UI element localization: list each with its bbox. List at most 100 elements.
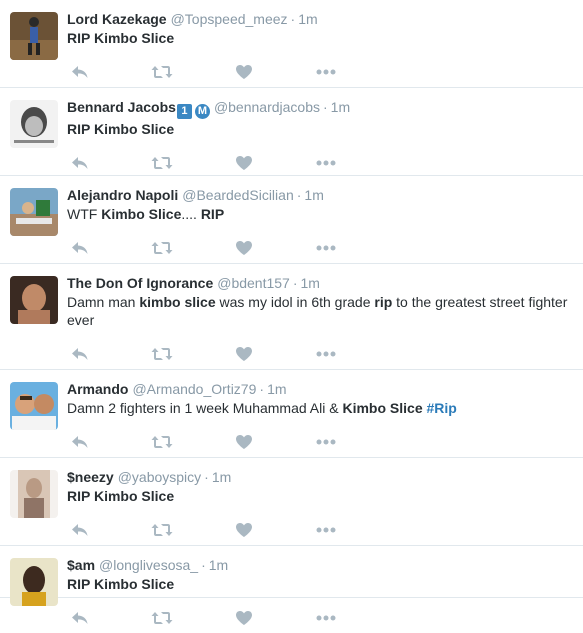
reply-button[interactable] bbox=[65, 607, 95, 629]
tweet-text: RIP Kimbo Slice bbox=[67, 487, 573, 505]
like-button[interactable] bbox=[229, 152, 259, 174]
tweet[interactable]: Alejandro Napoli @BeardedSicilian · 1m WTF … bbox=[0, 176, 583, 264]
user-fullname[interactable]: Armando bbox=[67, 381, 128, 397]
tweet[interactable]: $neezy @yaboyspicy · 1m RIP Kimbo Slice bbox=[0, 458, 583, 546]
reply-button[interactable] bbox=[65, 61, 95, 83]
hashtag-link[interactable]: #Rip bbox=[427, 400, 457, 416]
more-button[interactable] bbox=[311, 152, 341, 174]
user-handle[interactable]: @bennardjacobs bbox=[214, 99, 320, 115]
more-button[interactable] bbox=[311, 343, 341, 365]
user-fullname[interactable]: The Don Of Ignorance bbox=[67, 275, 213, 291]
emoji-badge-metro: M bbox=[194, 104, 210, 119]
separator-dot: · bbox=[323, 99, 328, 115]
user-fullname[interactable]: $neezy bbox=[67, 469, 114, 485]
highlighted-text: RIP Kimbo Slice bbox=[67, 576, 175, 592]
user-handle[interactable]: @longlivesosa_ bbox=[99, 557, 198, 573]
more-icon bbox=[316, 160, 336, 166]
avatar[interactable] bbox=[10, 188, 58, 236]
retweet-button[interactable] bbox=[147, 237, 177, 259]
like-button[interactable] bbox=[229, 607, 259, 629]
user-fullname[interactable]: Lord Kazekage bbox=[67, 11, 167, 27]
tweet[interactable]: Armando @Armando_Ortiz79 · 1m Damn 2 fighte… bbox=[0, 370, 583, 458]
more-button[interactable] bbox=[311, 237, 341, 259]
tweet-timestamp[interactable]: 1m bbox=[301, 275, 320, 291]
user-handle[interactable]: @Armando_Ortiz79 bbox=[132, 381, 256, 397]
tweet-timestamp[interactable]: 1m bbox=[298, 11, 317, 27]
user-handle[interactable]: @BeardedSicilian bbox=[182, 187, 294, 203]
tweet[interactable]: The Don Of Ignorance @bdent157 · 1m Damn ma… bbox=[0, 264, 583, 370]
user-handle[interactable]: @bdent157 bbox=[217, 275, 290, 291]
retweet-icon bbox=[151, 156, 173, 170]
tweet-timestamp[interactable]: 1m bbox=[331, 99, 350, 115]
highlighted-text: rip bbox=[374, 294, 393, 310]
more-icon bbox=[316, 439, 336, 445]
more-button[interactable] bbox=[311, 431, 341, 453]
avatar[interactable] bbox=[10, 558, 58, 606]
tweet-timestamp[interactable]: 1m bbox=[267, 381, 286, 397]
reply-button[interactable] bbox=[65, 519, 95, 541]
retweet-icon bbox=[151, 347, 173, 361]
reply-button[interactable] bbox=[65, 343, 95, 365]
more-button[interactable] bbox=[311, 607, 341, 629]
avatar[interactable] bbox=[10, 12, 58, 60]
tweet-text: WTF Kimbo Slice.... RIP bbox=[67, 205, 573, 223]
avatar[interactable] bbox=[10, 382, 58, 430]
emoji-badge-one: 1 bbox=[176, 104, 192, 119]
like-button[interactable] bbox=[229, 61, 259, 83]
retweet-button[interactable] bbox=[147, 431, 177, 453]
retweet-icon bbox=[151, 65, 173, 79]
text-segment: .... bbox=[181, 206, 201, 222]
reply-icon bbox=[71, 347, 89, 361]
more-button[interactable] bbox=[311, 519, 341, 541]
separator-dot: · bbox=[201, 557, 206, 573]
retweet-button[interactable] bbox=[147, 152, 177, 174]
tweet-actions bbox=[67, 603, 573, 633]
reply-button[interactable] bbox=[65, 431, 95, 453]
user-fullname[interactable]: Bennard Jacobs bbox=[67, 99, 176, 115]
tweet[interactable]: $am @longlivesosa_ · 1m RIP Kimbo Slice bbox=[0, 546, 583, 625]
user-fullname[interactable]: Alejandro Napoli bbox=[67, 187, 178, 203]
user-handle[interactable]: @yaboyspicy bbox=[118, 469, 201, 485]
reply-icon bbox=[71, 156, 89, 170]
retweet-icon bbox=[151, 435, 173, 449]
like-icon bbox=[236, 611, 252, 625]
reply-icon bbox=[71, 435, 89, 449]
retweet-button[interactable] bbox=[147, 61, 177, 83]
tweet-actions bbox=[67, 57, 573, 87]
avatar[interactable] bbox=[10, 276, 58, 324]
tweet-timestamp[interactable]: 1m bbox=[304, 187, 323, 203]
separator-dot: · bbox=[296, 187, 302, 203]
tweet-timestamp[interactable]: 1m bbox=[212, 469, 231, 485]
reply-icon bbox=[71, 65, 89, 79]
reply-button[interactable] bbox=[65, 152, 95, 174]
tweet[interactable]: Lord Kazekage @Topspeed_meez · 1m RIP Kimbo… bbox=[0, 0, 583, 88]
reply-button[interactable] bbox=[65, 237, 95, 259]
retweet-button[interactable] bbox=[147, 343, 177, 365]
like-button[interactable] bbox=[229, 431, 259, 453]
retweet-button[interactable] bbox=[147, 519, 177, 541]
reply-icon bbox=[71, 241, 89, 255]
user-handle[interactable]: @Topspeed_meez bbox=[171, 11, 288, 27]
tweet[interactable]: Bennard Jacobs 1 M @bennardjacobs · 1m RIP Ki… bbox=[0, 88, 583, 176]
user-fullname[interactable]: $am bbox=[67, 557, 95, 573]
more-button[interactable] bbox=[311, 61, 341, 83]
separator-dot: · bbox=[290, 11, 296, 27]
like-button[interactable] bbox=[229, 237, 259, 259]
highlighted-text: RIP Kimbo Slice bbox=[67, 30, 175, 46]
tweet-header: $neezy @yaboyspicy · 1m bbox=[67, 468, 573, 486]
tweet-header: Alejandro Napoli @BeardedSicilian · 1m bbox=[67, 186, 573, 204]
tweet-text: RIP Kimbo Slice bbox=[67, 29, 573, 47]
like-button[interactable] bbox=[229, 343, 259, 365]
retweet-button[interactable] bbox=[147, 607, 177, 629]
tweet-text: Damn man kimbo slice was my idol in 6th … bbox=[67, 293, 573, 329]
avatar[interactable] bbox=[10, 470, 58, 518]
tweet-feed: Lord Kazekage @Topspeed_meez · 1m RIP Kimbo… bbox=[0, 0, 583, 625]
like-button[interactable] bbox=[229, 519, 259, 541]
text-segment: Damn 2 fighters in 1 week Muhammad Ali & bbox=[67, 400, 343, 416]
avatar[interactable] bbox=[10, 100, 58, 148]
tweet-timestamp[interactable]: 1m bbox=[209, 557, 228, 573]
retweet-icon bbox=[151, 611, 173, 625]
like-icon bbox=[236, 156, 252, 170]
tweet-header: Armando @Armando_Ortiz79 · 1m bbox=[67, 380, 573, 398]
text-segment: WTF bbox=[67, 206, 102, 222]
